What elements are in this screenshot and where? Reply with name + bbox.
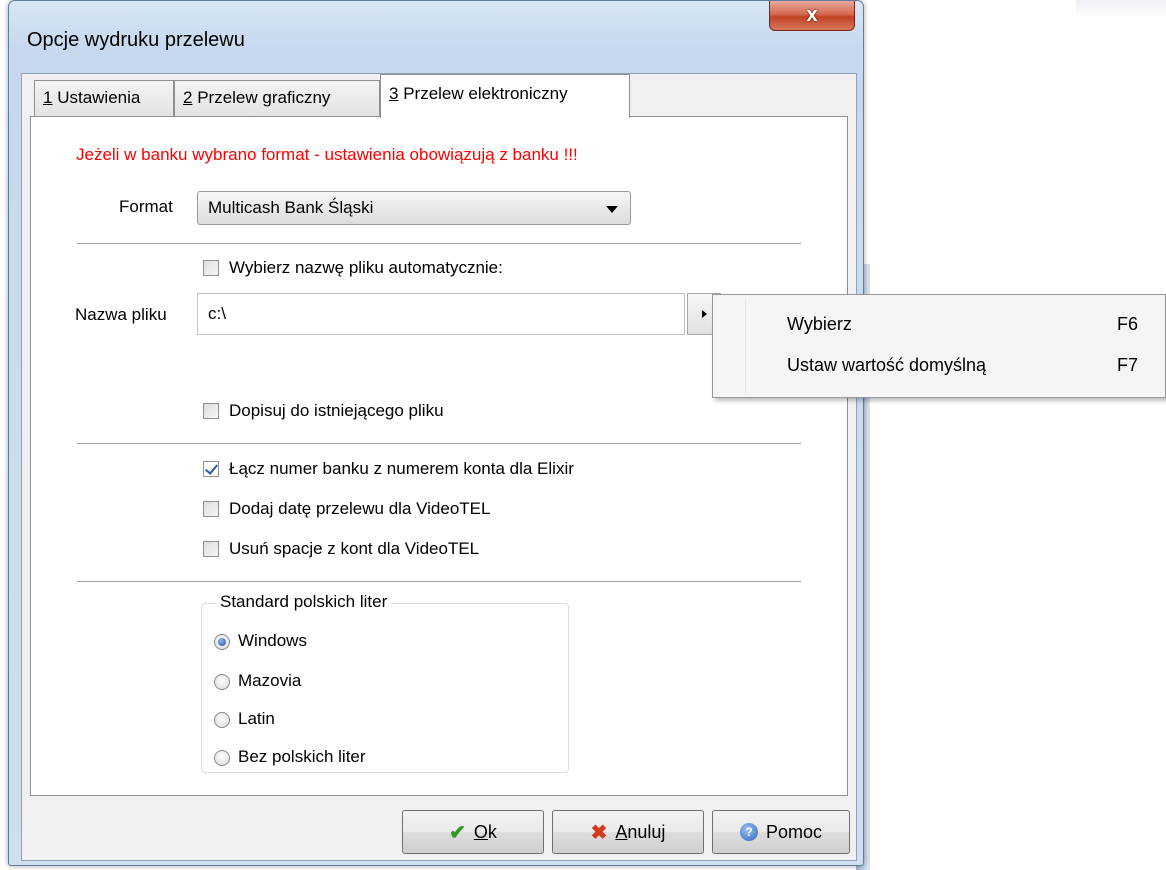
- menu-item-wybierz[interactable]: Wybierz F6: [717, 305, 1161, 345]
- dialog-window: Opcje wydruku przelewu x 1 Ustawienia 2 …: [8, 0, 864, 866]
- format-select[interactable]: Multicash Bank Śląski: [197, 191, 631, 225]
- tab-przelew-graficzny-label: Przelew graficzny: [192, 88, 331, 107]
- append-file-checkbox[interactable]: [203, 403, 219, 419]
- tab-panel: Jeżeli w banku wybrano format - ustawien…: [30, 116, 848, 796]
- radio-windows-label[interactable]: Windows: [238, 631, 307, 651]
- menu-item-ustaw-domyslna-label: Ustaw wartość domyślną: [787, 355, 987, 375]
- cancel-label: nuluj: [627, 821, 666, 842]
- radio-bez-polskich[interactable]: [214, 750, 230, 766]
- radio-windows[interactable]: [214, 634, 230, 650]
- desktop-background: [1076, 0, 1166, 18]
- cancel-button[interactable]: ✖ Anuluj: [552, 810, 704, 854]
- videotel-spaces-label[interactable]: Usuń spacje z kont dla VideoTEL: [229, 539, 479, 559]
- help-label: Pomoc: [765, 821, 823, 842]
- videotel-date-checkbox[interactable]: [203, 501, 219, 517]
- elixir-join-label[interactable]: Łącz numer banku z numerem konta dla Eli…: [229, 459, 574, 479]
- filename-input[interactable]: c:\: [197, 293, 685, 335]
- dialog-client-area: 1 Ustawienia 2 Przelew graficzny 3 Przel…: [21, 73, 857, 861]
- radio-mazovia-label[interactable]: Mazovia: [238, 671, 301, 691]
- filename-input-value: c:\: [208, 304, 226, 323]
- radio-latin[interactable]: [214, 712, 230, 728]
- auto-filename-checkbox[interactable]: [203, 260, 219, 276]
- ok-label: k: [487, 821, 497, 842]
- append-file-label[interactable]: Dopisuj do istniejącego pliku: [229, 401, 444, 421]
- cancel-x-icon: ✖: [590, 821, 608, 844]
- radio-latin-label[interactable]: Latin: [238, 709, 275, 729]
- close-button[interactable]: x: [769, 1, 855, 31]
- tab-ustawienia[interactable]: 1 Ustawienia: [34, 80, 174, 116]
- ok-accel: O: [473, 821, 488, 842]
- radio-mazovia[interactable]: [214, 674, 230, 690]
- ok-button[interactable]: ✔ Ok: [402, 810, 544, 854]
- close-icon: x: [806, 4, 818, 26]
- help-icon: ?: [739, 823, 758, 841]
- bank-format-warning: Jeżeli w banku wybrano format - ustawien…: [76, 145, 578, 164]
- tab-przelew-elektroniczny[interactable]: 3 Przelew elektroniczny: [380, 74, 630, 118]
- separator: [77, 581, 801, 583]
- filename-label: Nazwa pliku: [75, 305, 167, 324]
- menu-item-wybierz-label: Wybierz: [787, 314, 852, 334]
- videotel-date-label[interactable]: Dodaj datę przelewu dla VideoTEL: [229, 499, 490, 519]
- tab-ustawienia-label: Ustawienia: [52, 88, 141, 107]
- help-button[interactable]: ? Pomoc: [712, 810, 850, 854]
- chevron-down-icon: [606, 206, 618, 213]
- cancel-accel: A: [615, 821, 628, 842]
- separator: [77, 243, 801, 245]
- menu-item-ustaw-domyslna-shortcut: F7: [1117, 355, 1139, 375]
- filename-context-menu: Wybierz F6 Ustaw wartość domyślną F7: [712, 294, 1166, 398]
- tab-przelew-graficzny[interactable]: 2 Przelew graficzny: [174, 80, 380, 116]
- charset-group-title: Standard polskich liter: [216, 592, 392, 612]
- auto-filename-label[interactable]: Wybierz nazwę pliku automatycznie:: [229, 258, 503, 278]
- charset-group: Standard polskich liter Windows Mazovia …: [201, 592, 569, 773]
- checkmark-icon: ✔: [449, 821, 466, 844]
- format-label: Format: [119, 197, 173, 216]
- menu-item-wybierz-shortcut: F6: [1117, 314, 1139, 334]
- window-title: Opcje wydruku przelewu: [27, 29, 245, 51]
- format-select-value: Multicash Bank Śląski: [208, 198, 374, 217]
- chevron-right-icon: [702, 310, 707, 318]
- radio-bez-polskich-label[interactable]: Bez polskich liter: [238, 747, 366, 767]
- menu-item-ustaw-domyslna[interactable]: Ustaw wartość domyślną F7: [717, 347, 1161, 387]
- videotel-spaces-checkbox[interactable]: [203, 541, 219, 557]
- elixir-join-checkbox[interactable]: [203, 461, 219, 477]
- tab-przelew-elektroniczny-label: Przelew elektroniczny: [398, 84, 568, 103]
- separator: [77, 443, 801, 445]
